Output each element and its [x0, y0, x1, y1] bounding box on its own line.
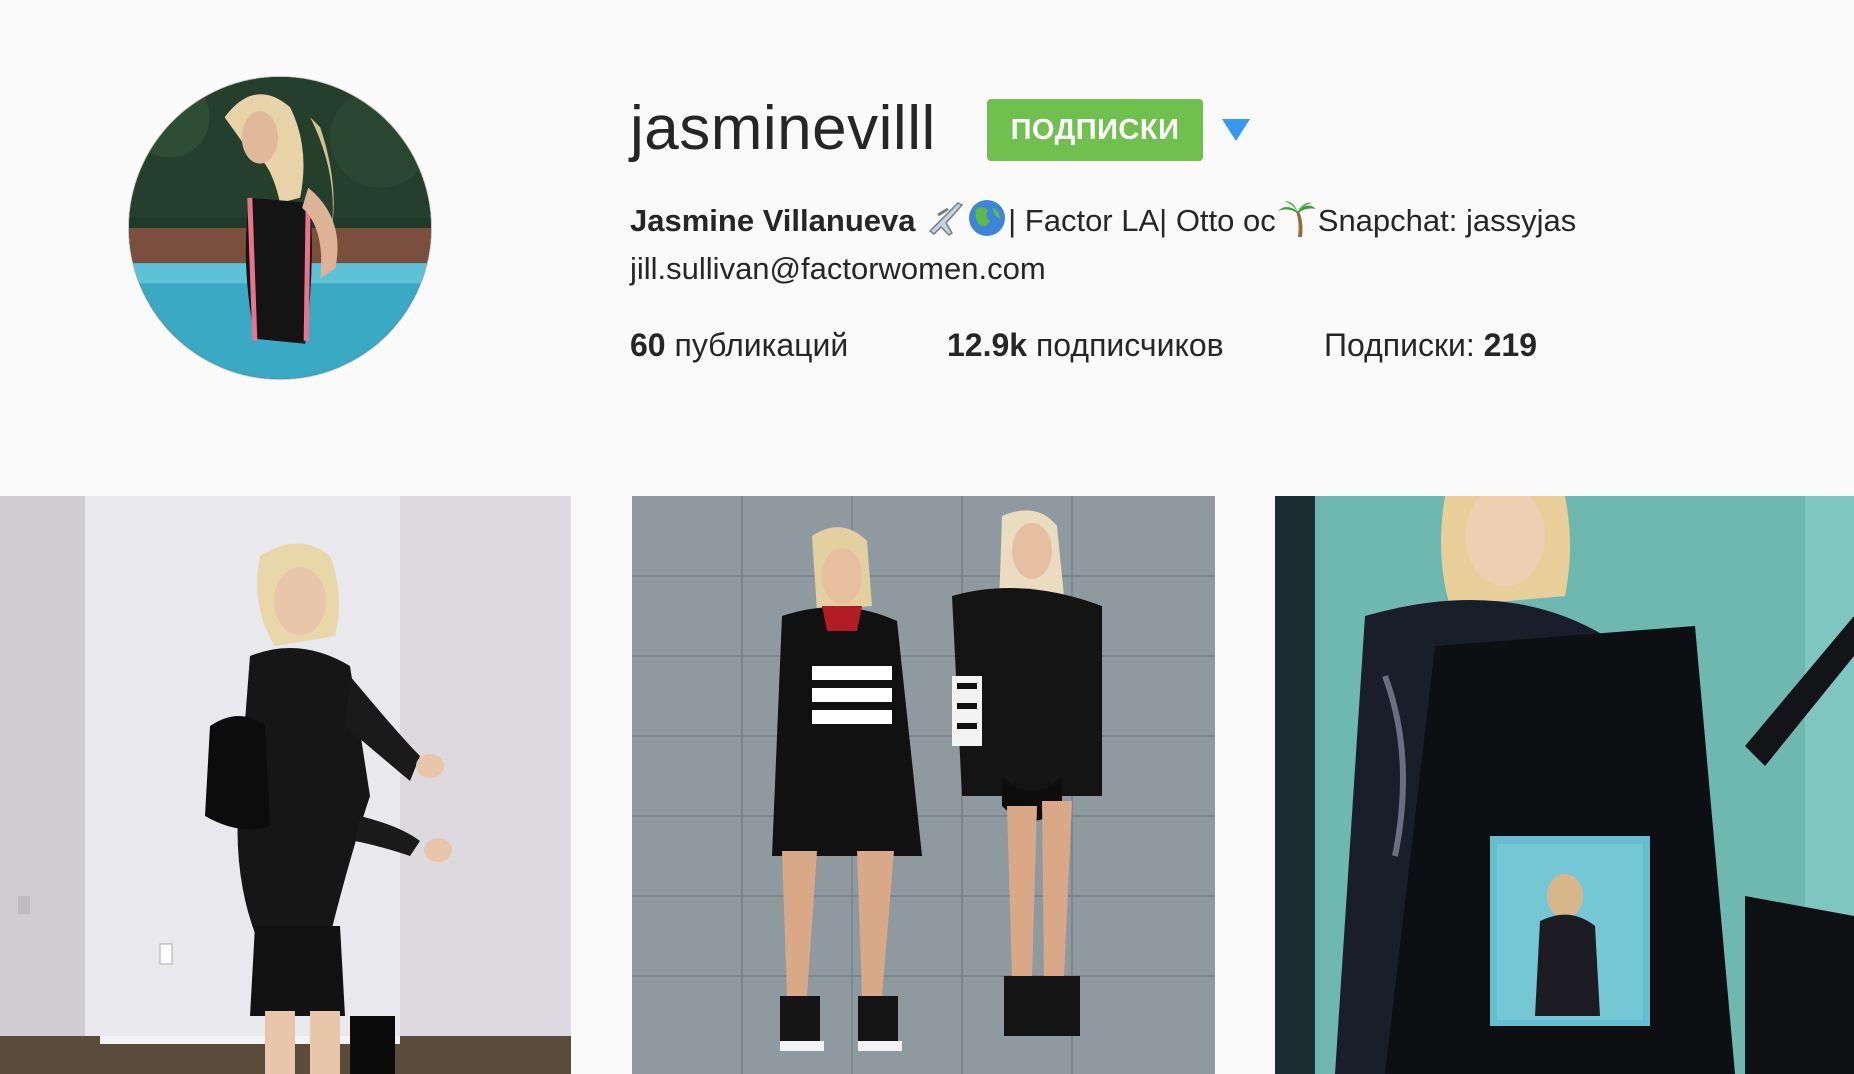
caret-down-icon[interactable] [1220, 115, 1252, 143]
posts-label: публикаций [665, 327, 849, 363]
bio-text-segment-1: | Factor LA| Otto oc [1008, 203, 1276, 238]
bio-text-segment-2: Snapchat: jassyjas [1317, 203, 1577, 238]
profile-avatar[interactable] [129, 77, 431, 379]
globe-emoji-icon [966, 197, 1008, 239]
following-label: Подписки: [1324, 327, 1484, 363]
stat-following[interactable]: Подписки: 219 [1324, 320, 1537, 370]
followers-count: 12.9k [947, 327, 1028, 363]
post-photo-two-models-adidas[interactable] [632, 496, 1215, 1074]
profile-bio: Jasmine Villanueva | Factor LA| Otto oc … [630, 196, 1576, 246]
profile-username: jasminevilll [630, 94, 936, 163]
profile-full-name: Jasmine Villanueva [630, 203, 916, 238]
following-count: 219 [1483, 327, 1538, 363]
stat-followers[interactable]: 12.9k подписчиков [947, 320, 1224, 370]
profile-website-link[interactable]: jill.sullivan@factorwomen.com [630, 246, 1046, 292]
following-button[interactable]: ПОДПИСКИ [987, 99, 1203, 161]
avatar-image [129, 77, 431, 379]
followers-label: подписчиков [1027, 327, 1224, 363]
palm-tree-emoji-icon [1276, 197, 1318, 239]
posts-count: 60 [630, 327, 666, 363]
post-photo-leather-jacket[interactable] [0, 496, 571, 1074]
post-photo-camera-screen[interactable] [1275, 496, 1854, 1074]
profile-page: jasminevilll ПОДПИСКИ Jasmine Villanueva… [0, 0, 1854, 1074]
airplane-emoji-icon [924, 197, 966, 239]
stat-posts: 60 публикаций [630, 320, 848, 370]
